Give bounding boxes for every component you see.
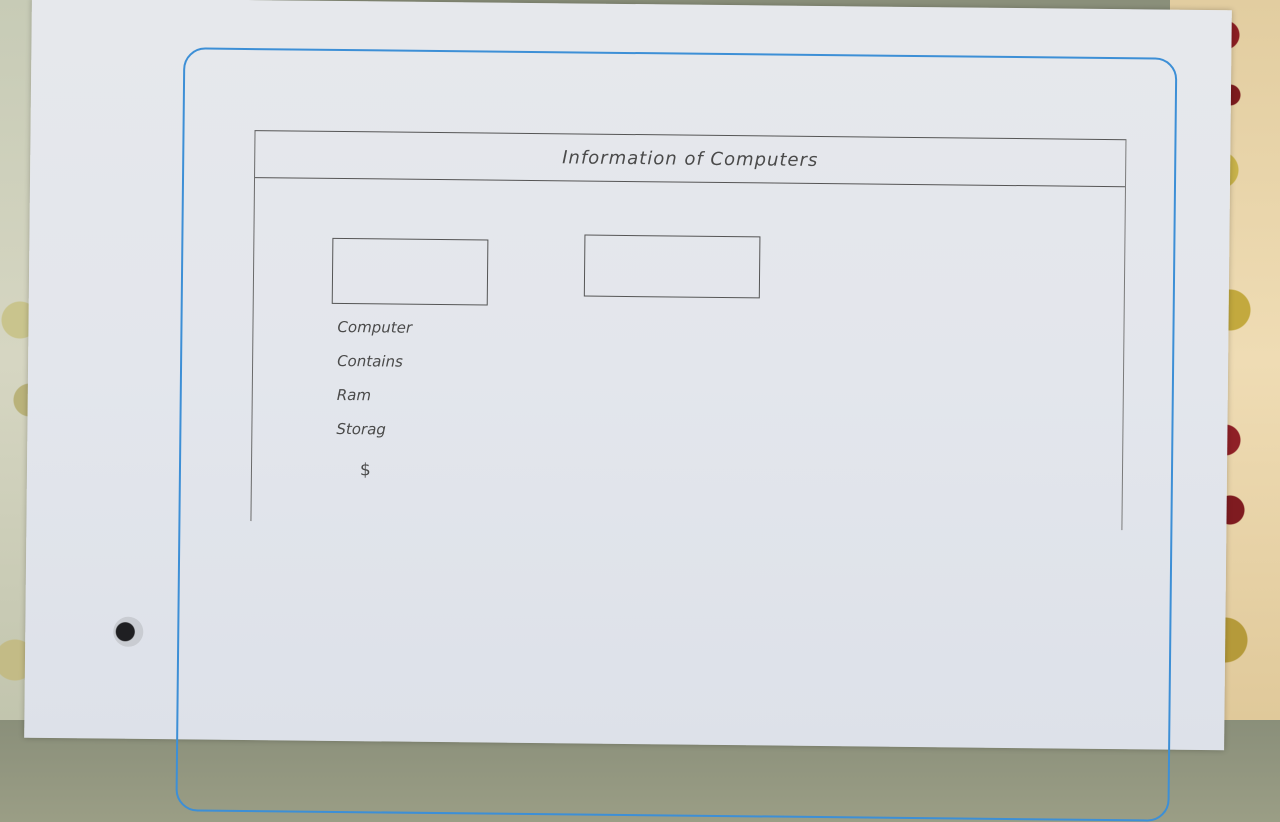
price-label: $	[359, 460, 371, 481]
field-ram: Ram	[336, 385, 372, 405]
second-image-placeholder[interactable]	[583, 234, 761, 299]
field-storage: Storag	[336, 419, 386, 439]
title-bar: Information of Computers	[255, 131, 1126, 188]
field-computer: Computer	[337, 317, 413, 337]
wireframe-window: Information of Computers Computer Contai…	[250, 130, 1127, 531]
page-title: Information of Computers	[562, 146, 819, 171]
punch-hole	[113, 616, 144, 647]
computer-image-placeholder[interactable]	[331, 237, 489, 306]
paper-sheet: Information of Computers Computer Contai…	[24, 0, 1232, 822]
field-contains: Contains	[337, 351, 403, 371]
computer-info-list: Computer Contains Ram Storag	[336, 318, 412, 455]
